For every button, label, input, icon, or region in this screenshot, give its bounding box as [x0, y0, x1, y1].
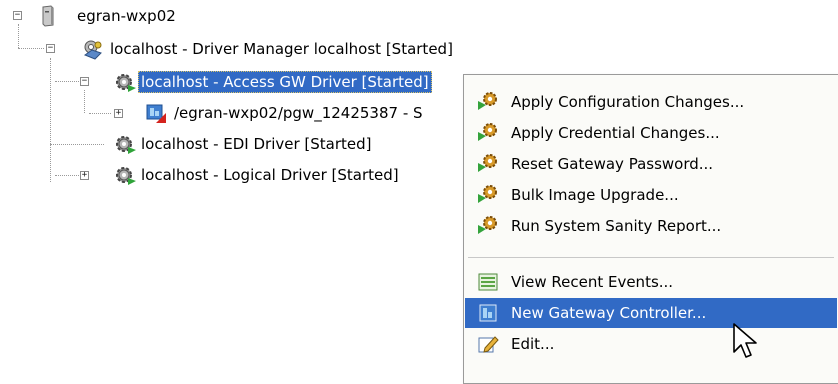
mouse-pointer-icon: [733, 323, 757, 358]
menu-item-label: Apply Credential Changes...: [511, 124, 720, 142]
tree-connector: [18, 48, 44, 49]
tree-node-label: localhost - EDI Driver [Started]: [141, 135, 372, 153]
gear-driver-icon: [116, 136, 136, 154]
tree-node-label: localhost - Logical Driver [Started]: [141, 166, 399, 184]
expand-toggle[interactable]: +: [114, 109, 123, 118]
tree-connector: [89, 113, 111, 114]
tree-connector: [55, 81, 79, 82]
collapse-toggle[interactable]: −: [13, 11, 22, 20]
menu-item-view-recent-events[interactable]: View Recent Events...: [465, 267, 837, 297]
menu-item-run-system-sanity-report[interactable]: Run System Sanity Report...: [465, 211, 837, 241]
menu-item-bulk-image-upgrade[interactable]: Bulk Image Upgrade...: [465, 180, 837, 210]
collapse-toggle[interactable]: −: [46, 44, 55, 53]
reset-password-icon: [478, 154, 497, 172]
tree-connector: [50, 144, 104, 145]
tree-node-edi-driver[interactable]: localhost - EDI Driver [Started]: [113, 132, 375, 156]
collapse-toggle[interactable]: −: [80, 77, 89, 86]
tree-node-driver-manager[interactable]: localhost - Driver Manager localhost [St…: [82, 37, 456, 61]
menu-item-label: View Recent Events...: [511, 273, 674, 291]
menu-item-label: New Gateway Controller...: [511, 304, 707, 322]
tree-node-gateway[interactable]: /egran-wxp02/pgw_12425387 - S: [145, 101, 426, 125]
tree-node-label: localhost - Driver Manager localhost [St…: [110, 40, 453, 58]
tree-node-label: egran-wxp02: [77, 7, 176, 25]
expand-toggle[interactable]: +: [80, 171, 89, 180]
menu-item-label: Run System Sanity Report...: [511, 217, 722, 235]
gateway-controller-icon: [479, 304, 497, 322]
menu-item-new-gateway-controller[interactable]: New Gateway Controller...: [465, 298, 837, 328]
tree-node-access-gw-driver[interactable]: localhost - Access GW Driver [Started]: [113, 70, 432, 94]
context-menu: Apply Configuration Changes... Apply Cre…: [463, 74, 838, 384]
menu-item-label: Reset Gateway Password...: [511, 155, 714, 173]
tree-connector: [55, 175, 79, 176]
gear-driver-icon: [116, 167, 136, 185]
driver-manager-icon: [83, 40, 102, 60]
menu-separator: [468, 257, 834, 258]
apply-credential-icon: [478, 123, 497, 141]
gateway-error-icon: [146, 104, 166, 123]
tree-node-root[interactable]: egran-wxp02: [38, 4, 179, 28]
menu-item-edit[interactable]: Edit...: [465, 329, 837, 359]
edit-icon: [478, 336, 499, 353]
events-list-icon: [478, 273, 498, 291]
tree-connector: [84, 90, 85, 113]
menu-item-reset-gateway-password[interactable]: Reset Gateway Password...: [465, 149, 837, 179]
sanity-report-icon: [478, 216, 497, 234]
menu-item-label: Bulk Image Upgrade...: [511, 186, 679, 204]
tree-connector: [50, 58, 51, 182]
tree-node-logical-driver[interactable]: localhost - Logical Driver [Started]: [113, 163, 402, 187]
menu-item-label: Apply Configuration Changes...: [511, 93, 745, 111]
menu-item-apply-configuration-changes[interactable]: Apply Configuration Changes...: [465, 87, 837, 117]
tree-connector: [18, 24, 19, 48]
bulk-upgrade-icon: [478, 185, 497, 203]
menu-item-label: Edit...: [511, 335, 555, 353]
menu-item-apply-credential-changes[interactable]: Apply Credential Changes...: [465, 118, 837, 148]
gear-driver-icon: [116, 74, 136, 92]
tree-node-label: localhost - Access GW Driver [Started]: [138, 71, 432, 93]
apply-config-icon: [478, 92, 497, 110]
server-icon: [42, 5, 54, 27]
tree-node-label: /egran-wxp02/pgw_12425387 - S: [174, 104, 423, 122]
